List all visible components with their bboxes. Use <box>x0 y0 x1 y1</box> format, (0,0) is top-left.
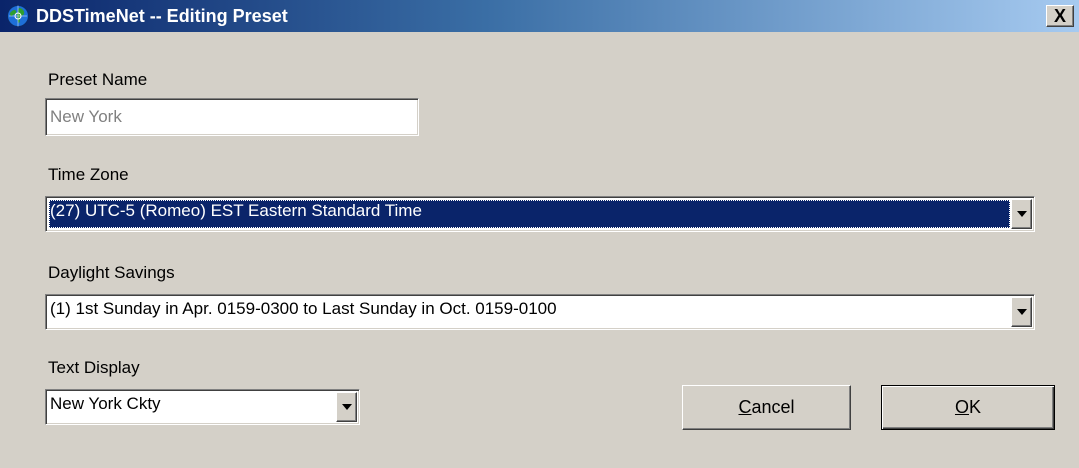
globe-icon <box>7 5 29 27</box>
time-zone-label: Time Zone <box>48 165 129 184</box>
chevron-down-icon <box>1016 309 1027 315</box>
close-icon: X <box>1053 6 1066 26</box>
daylight-savings-selected-value: (1) 1st Sunday in Apr. 0159-0300 to Last… <box>50 299 557 318</box>
cancel-button[interactable]: Cancel <box>682 385 851 430</box>
ok-label-rest: K <box>969 397 982 417</box>
preset-name-input[interactable] <box>49 102 415 132</box>
text-display-select[interactable]: New York Ckty <box>45 389 360 425</box>
close-button[interactable]: X <box>1046 5 1074 27</box>
preset-name-label: Preset Name <box>48 70 148 89</box>
time-zone-selected-value: (27) UTC-5 (Romeo) EST Eastern Standard … <box>49 200 1010 228</box>
time-zone-select[interactable]: (27) UTC-5 (Romeo) EST Eastern Standard … <box>45 196 1035 232</box>
daylight-savings-label: Daylight Savings <box>48 263 175 282</box>
cancel-mnemonic: C <box>738 397 752 417</box>
edit-preset-dialog: DDSTimeNet -- Editing Preset X Preset Na… <box>0 0 1079 468</box>
text-display-selected-value: New York Ckty <box>50 394 161 413</box>
preset-name-field-frame <box>45 98 419 136</box>
ok-button[interactable]: OK <box>881 385 1055 430</box>
daylight-savings-select[interactable]: (1) 1st Sunday in Apr. 0159-0300 to Last… <box>45 294 1035 330</box>
text-display-label: Text Display <box>48 358 140 377</box>
cancel-label-rest: ancel <box>751 397 795 417</box>
chevron-down-icon <box>1016 211 1027 217</box>
text-display-dropdown-button[interactable] <box>336 392 357 422</box>
time-zone-dropdown-button[interactable] <box>1011 199 1032 229</box>
daylight-savings-dropdown-button[interactable] <box>1011 297 1032 327</box>
ok-mnemonic: O <box>954 397 969 417</box>
window-title: DDSTimeNet -- Editing Preset <box>36 6 288 26</box>
title-bar[interactable]: DDSTimeNet -- Editing Preset X <box>0 0 1079 32</box>
chevron-down-icon <box>341 404 352 410</box>
